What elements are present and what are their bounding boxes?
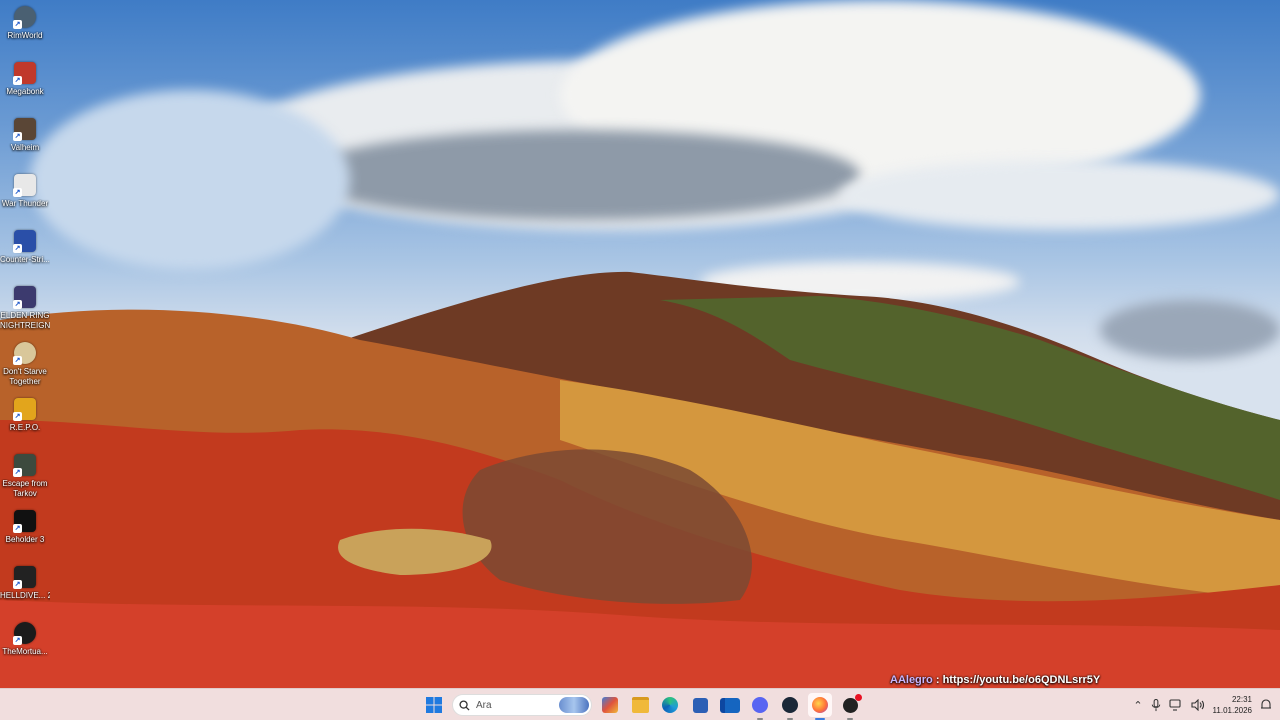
hills-landscape (0, 271, 1280, 688)
desktop-icon-war-thunder[interactable]: ↗ War Thunder (0, 174, 50, 209)
tarkov-icon: ↗ (13, 454, 36, 477)
taskbar-center: Ara (422, 689, 862, 721)
desktop-wallpaper (0, 0, 1280, 688)
search-input[interactable]: Ara (452, 694, 592, 716)
desktop-icon-label: War Thunder (1, 199, 49, 208)
folder-icon (631, 697, 649, 713)
desktop-icon-helldivers[interactable]: ↗ HELLDIVE... 2 (0, 566, 50, 601)
taskbar-app-steam[interactable] (778, 693, 802, 720)
desktop-icon-label: HELLDIVE... 2 (0, 591, 50, 600)
desktop-icon-elden-ring[interactable]: ↗ ELDEN RING NIGHTREIGN (0, 286, 50, 331)
desktop-icon-label: Valheim (10, 143, 40, 152)
microphone-icon[interactable] (1151, 698, 1161, 712)
volume-icon[interactable] (1190, 699, 1205, 711)
desktop-icon-mortuary[interactable]: ↗ TheMortua... (0, 622, 50, 657)
discord-icon (752, 697, 768, 713)
outlook-icon (720, 697, 740, 713)
overlay-separator: : (932, 674, 943, 686)
desktop-icon-label: TheMortua... (2, 647, 48, 656)
clock-date: 11.01.2026 (1212, 706, 1252, 715)
desktop-icon-label: Escape from Tarkov (2, 479, 48, 498)
desktop-icon-beholder[interactable]: ↗ Beholder 3 (0, 510, 50, 545)
taskbar-app-edge[interactable] (658, 693, 682, 717)
edge-icon (662, 697, 678, 713)
beholder-icon: ↗ (13, 510, 36, 533)
search-icon (459, 699, 470, 711)
helldivers-icon: ↗ (13, 566, 36, 589)
mortuary-icon: ↗ (13, 622, 36, 645)
taskbar-app-file-explorer[interactable] (628, 693, 652, 717)
desktop-icon-label: Beholder 3 (5, 535, 45, 544)
search-highlight-image (559, 697, 589, 713)
overlay-link: https://youtu.be/o6QDNLsrr5Y (942, 674, 1101, 686)
desktop-icon-label: Megabonk (6, 87, 44, 96)
overlay-name: AAlegro (890, 674, 933, 686)
search-placeholder: Ara (476, 699, 492, 711)
firefox-icon (812, 697, 828, 713)
desktop-icon-label: ELDEN RING NIGHTREIGN (0, 311, 50, 330)
dont-starve-icon: ↗ (13, 342, 36, 365)
clock-time: 22:31 (1231, 695, 1252, 704)
steam-icon (782, 697, 798, 713)
windows-icon (426, 697, 442, 713)
elden-ring-icon: ↗ (13, 286, 36, 309)
desktop-icon-label: Counter-Stri... 2 (0, 255, 50, 264)
taskbar-app-firefox[interactable] (808, 693, 832, 720)
desktop-icon-rimworld[interactable]: ↗ RimWorld (0, 6, 50, 41)
stream-overlay-text: AAlegro : https://youtu.be/o6QDNLsrr5Y (890, 674, 1100, 686)
taskbar-app-outlook[interactable] (718, 693, 742, 717)
war-thunder-icon: ↗ (13, 174, 36, 197)
rimworld-icon: ↗ (13, 6, 36, 29)
desktop-icon-label: Don't Starve Together (3, 367, 47, 386)
store-icon (692, 697, 708, 713)
desktop-icon-repo[interactable]: ↗ R.E.P.O. (0, 398, 50, 433)
taskbar-app-store[interactable] (688, 693, 712, 717)
counter-strike-icon: ↗ (13, 230, 36, 253)
chevron-up-icon[interactable]: ⌃ (1133, 699, 1142, 712)
widgets-icon (602, 697, 618, 713)
taskbar: Ara ⌃ 22:31 11.01.2026 (0, 688, 1280, 720)
desktop-icon-counter-strike[interactable]: ↗ Counter-Stri... 2 (0, 230, 50, 265)
valheim-icon: ↗ (13, 118, 36, 141)
notification-bell-icon[interactable] (1260, 699, 1272, 711)
taskbar-app-with-badge[interactable] (838, 693, 862, 720)
taskbar-app-discord[interactable] (748, 693, 772, 720)
clock[interactable]: 22:31 11.01.2026 (1213, 694, 1252, 716)
app-icon (842, 693, 862, 713)
start-button[interactable] (422, 693, 446, 717)
system-tray: ⌃ 22:31 11.01.2026 (1133, 689, 1280, 721)
desktop-icon-valheim[interactable]: ↗ Valheim (0, 118, 50, 153)
desktop-icon-tarkov[interactable]: ↗ Escape from Tarkov (0, 454, 50, 499)
desktop-icon-label: RimWorld (7, 31, 43, 40)
megabonk-icon: ↗ (13, 62, 36, 85)
taskbar-app-widgets[interactable] (598, 693, 622, 717)
desktop-icon-label: R.E.P.O. (9, 423, 41, 432)
notification-badge (854, 693, 862, 701)
desktop-icon-megabonk[interactable]: ↗ Megabonk (0, 62, 50, 97)
network-icon[interactable] (1168, 699, 1183, 711)
desktop-icon-dont-starve[interactable]: ↗ Don't Starve Together (0, 342, 50, 387)
repo-icon: ↗ (13, 398, 36, 421)
